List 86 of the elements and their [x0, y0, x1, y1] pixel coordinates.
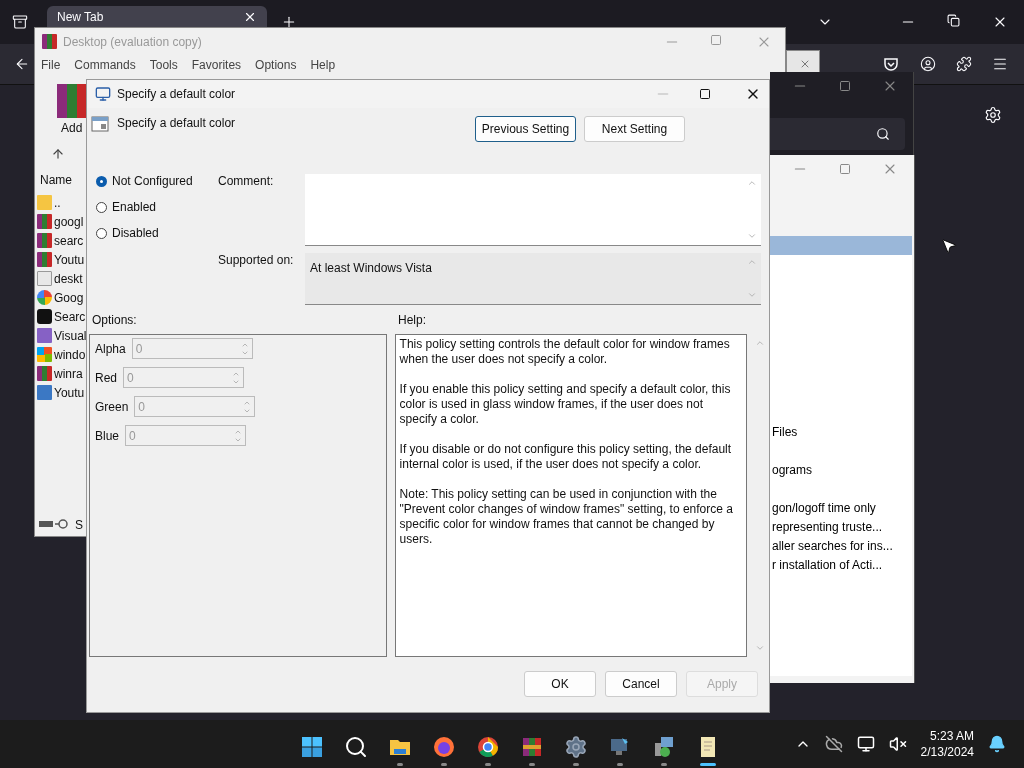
- radio-option[interactable]: Not Configured: [96, 174, 218, 188]
- file-name[interactable]: ..: [54, 195, 61, 210]
- tab-list-icon[interactable]: [12, 14, 28, 30]
- supported-value: At least Windows Vista: [310, 261, 432, 275]
- window-title: Desktop (evaluation copy): [63, 35, 202, 49]
- up-arrow-icon[interactable]: [51, 147, 65, 161]
- search-icon: [876, 127, 890, 141]
- list-row[interactable]: Files: [770, 422, 912, 441]
- file-name[interactable]: deskt: [54, 271, 83, 286]
- menu-item[interactable]: Help: [310, 58, 336, 72]
- menu-icon[interactable]: [992, 56, 1008, 72]
- monitor-icon: [95, 86, 111, 102]
- help-paragraph: This policy setting controls the default color for window frames when the user does not specify a color.: [399, 337, 731, 367]
- search-field[interactable]: [770, 118, 905, 150]
- nav-button[interactable]: Next Setting: [584, 116, 685, 142]
- installer-icon[interactable]: [652, 734, 676, 759]
- list-row[interactable]: representing truste...: [770, 517, 912, 536]
- restore-icon[interactable]: [947, 14, 960, 27]
- browser-icon[interactable]: [432, 734, 456, 759]
- start-icon[interactable]: [300, 734, 324, 759]
- list-row[interactable]: aller searches for ins...: [770, 536, 912, 555]
- gear-icon[interactable]: [564, 734, 588, 759]
- file-name[interactable]: googl: [54, 214, 84, 229]
- mute-icon[interactable]: [888, 735, 907, 753]
- books-icon: [37, 252, 52, 267]
- help-paragraph: If you disable or do not configure this policy setting, the default internal color is used, if the user does not specify a color.: [399, 442, 733, 472]
- menu-item[interactable]: Commands: [74, 58, 136, 72]
- menu-item[interactable]: Tools: [149, 58, 178, 72]
- menu-item[interactable]: File: [41, 58, 61, 72]
- nav-button[interactable]: Previous Setting: [475, 116, 576, 142]
- browser-icon[interactable]: [476, 734, 500, 759]
- section-label: Options:: [92, 312, 138, 327]
- file-name[interactable]: Goog: [54, 290, 84, 305]
- policy-heading: Specify a default color: [117, 116, 237, 130]
- clock[interactable]: 5:23 AM 2/13/2024: [920, 728, 974, 760]
- folder-icon: [37, 195, 52, 210]
- flag-icon: [37, 347, 52, 362]
- bell-icon[interactable]: [988, 735, 1006, 753]
- dialog-button[interactable]: Cancel: [605, 671, 677, 697]
- browser-tab[interactable]: New Tab: [47, 6, 267, 27]
- file-name[interactable]: searc: [54, 233, 84, 248]
- account-icon[interactable]: [920, 56, 936, 72]
- books-icon: [37, 214, 52, 229]
- books-icon: [37, 233, 52, 248]
- circle-logo-icon: [37, 290, 52, 305]
- shield-icon[interactable]: [883, 56, 899, 72]
- document-icon: [37, 271, 52, 286]
- back-icon[interactable]: [14, 56, 30, 72]
- radio-option[interactable]: Enabled: [96, 200, 218, 214]
- dialog-button[interactable]: OK: [524, 671, 596, 697]
- menu-item[interactable]: Options: [255, 58, 297, 72]
- window-icon: [91, 116, 109, 132]
- list-row[interactable]: r installation of Acti...: [770, 555, 912, 574]
- option-label: Green: [95, 399, 129, 414]
- list-row[interactable]: ograms: [770, 460, 912, 479]
- file-name[interactable]: Youtu: [54, 252, 85, 267]
- column-header[interactable]: Name: [40, 173, 72, 187]
- option-label: Blue: [95, 428, 120, 443]
- cloud-off-icon[interactable]: [824, 735, 843, 753]
- menu-item[interactable]: Favorites: [191, 58, 242, 72]
- file-name[interactable]: Youtu: [54, 385, 85, 400]
- radio-option[interactable]: Disabled: [96, 226, 218, 240]
- extensions-icon[interactable]: [956, 56, 972, 72]
- option-label: Red: [95, 370, 117, 385]
- field-label: Comment:: [218, 174, 275, 190]
- help-paragraph: Note: This policy setting can be used in conjunction with the "Prevent color changes of window frames" setting, to enforce a specific color for window frames that cannot be changed by users.: [399, 487, 734, 547]
- window-title: Specify a default color: [117, 87, 236, 101]
- help-paragraph: If you enable this policy setting and specify a default color, this color is used in glass window frames, if the user does not specify a color.: [399, 382, 732, 427]
- maximize-icon[interactable]: [699, 88, 711, 100]
- section-label: Help:: [398, 312, 426, 327]
- status-text: S: [75, 518, 83, 532]
- new-tab-icon[interactable]: [281, 14, 297, 30]
- field-label: Supported on:: [218, 253, 295, 269]
- list-row[interactable]: gon/logoff time only: [770, 498, 912, 517]
- network-icon[interactable]: [856, 735, 875, 753]
- books-icon: [42, 34, 57, 49]
- settings-icon[interactable]: [984, 106, 1002, 124]
- file-name[interactable]: winra: [54, 366, 83, 381]
- file-name[interactable]: Searc: [54, 309, 86, 324]
- file-name[interactable]: windo: [54, 347, 86, 362]
- cursor-icon: [940, 237, 958, 255]
- search-icon[interactable]: [344, 734, 368, 759]
- option-label: Alpha: [95, 341, 126, 356]
- books-icon: [37, 366, 52, 381]
- toolbar-label[interactable]: Add: [61, 121, 83, 135]
- file-name[interactable]: Visual: [54, 328, 87, 343]
